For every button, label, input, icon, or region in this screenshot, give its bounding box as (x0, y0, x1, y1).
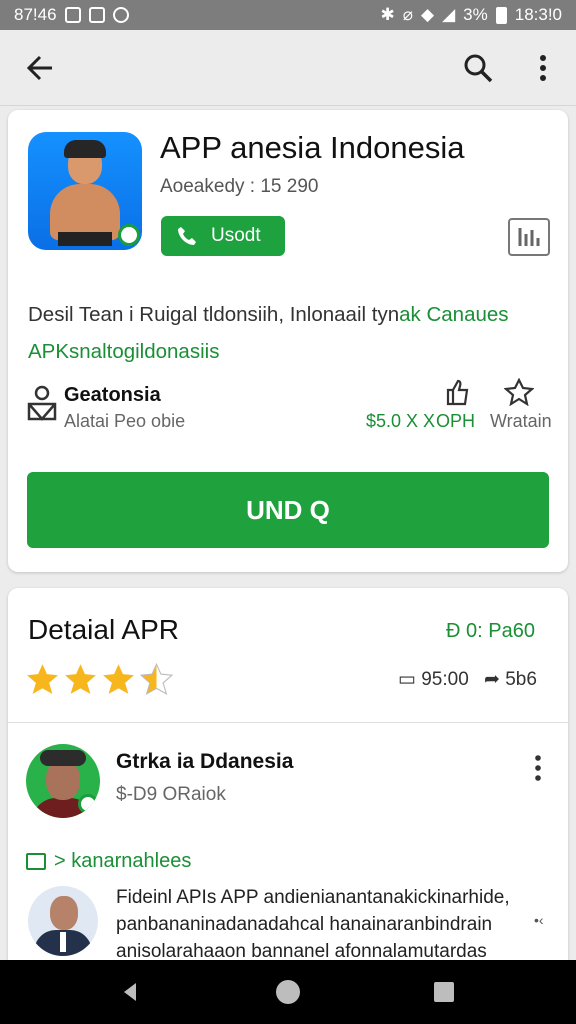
avatar[interactable] (26, 744, 100, 818)
nav-back-icon[interactable] (118, 980, 142, 1004)
app-bar (0, 30, 576, 106)
app-subtitle: Aoeakedy : 15 290 (160, 176, 319, 197)
section-label[interactable]: > kanarnahlees (26, 850, 191, 873)
meta-label: Wratain (490, 411, 552, 431)
bluetooth-icon: ✱ (380, 5, 395, 24)
share-icon[interactable]: •‹ (534, 912, 544, 928)
battery-percent: 3% (463, 5, 488, 24)
app-icon[interactable] (28, 132, 142, 250)
refresh-icon: Ð (446, 620, 461, 642)
developer-subtitle: Alatai Peo obie (64, 411, 186, 431)
star-half-icon (140, 662, 173, 695)
more-vert-icon[interactable] (528, 50, 558, 86)
app-info-card: APP anesia Indonesia Aoeakedy : 15 290 U… (8, 110, 568, 572)
developer-icon (26, 384, 58, 422)
star-icon (27, 664, 58, 694)
call-button-label: Usodt (211, 225, 261, 246)
thumbs-up-icon[interactable] (444, 378, 472, 406)
rating-stars (26, 662, 173, 695)
details-right-link[interactable]: Ð 0: Pa60 (446, 620, 535, 643)
developer-name[interactable]: Geatonsia (64, 384, 161, 407)
price-text: $5.0 X X (366, 411, 436, 431)
star-icon (65, 664, 96, 694)
comment-icon: ▭ (398, 669, 416, 690)
shares-count[interactable]: ➦ 5b6 (484, 668, 537, 691)
install-button[interactable]: UND Q (27, 472, 549, 548)
arrow-left-icon[interactable] (22, 50, 58, 86)
star-icon (103, 664, 134, 694)
comments-count[interactable]: ▭ 95:00 (398, 668, 469, 691)
nav-home-icon[interactable] (276, 980, 300, 1004)
comment-user-sub: $-D9 ORaiok (116, 784, 226, 805)
chart-icon[interactable] (508, 218, 550, 256)
signal-icon: ◢ (442, 5, 456, 24)
app-title: APP anesia Indonesia (160, 130, 465, 165)
message-icon (26, 853, 46, 870)
price-secondary: OPH (436, 411, 476, 431)
search-icon[interactable] (460, 50, 496, 86)
comment-user-name[interactable]: Gtrka ia Ddanesia (116, 750, 293, 774)
notification-icon (64, 7, 81, 23)
star-outline-icon[interactable] (503, 377, 535, 407)
call-button[interactable]: Usodt (161, 216, 285, 256)
post-text: Fideinl APIs APP andienianantanakickinar… (116, 887, 510, 962)
notification-icon (112, 7, 129, 23)
avatar[interactable] (28, 886, 98, 956)
nav-recents-icon[interactable] (434, 982, 454, 1002)
more-vert-icon[interactable] (528, 752, 548, 784)
verified-badge-icon (118, 224, 140, 246)
share-icon: ➦ (484, 669, 500, 690)
status-time-left: 87!46 (14, 5, 57, 24)
divider (8, 722, 568, 723)
wifi-icon: ◆ (421, 5, 435, 24)
system-nav-bar (0, 960, 576, 1024)
vibrate-icon: ⌀ (402, 5, 413, 24)
verified-badge-icon (78, 794, 98, 814)
notification-icon (88, 7, 105, 23)
phone-icon (178, 227, 196, 245)
details-title: Detaial APR (28, 614, 179, 645)
battery-icon (495, 6, 507, 24)
app-description: Desil Tean i Ruigal tldonsiih, Inlonaail… (28, 303, 509, 363)
status-time-right: 18:3!0 (514, 5, 562, 24)
status-bar: 87!46 ✱ ⌀ ◆ ◢ 3% 18:3!0 (0, 0, 576, 30)
details-card: Detaial APR Ð 0: Pa60 ▭ 95:00 ➦ 5b6 Gtrk… (8, 588, 568, 968)
